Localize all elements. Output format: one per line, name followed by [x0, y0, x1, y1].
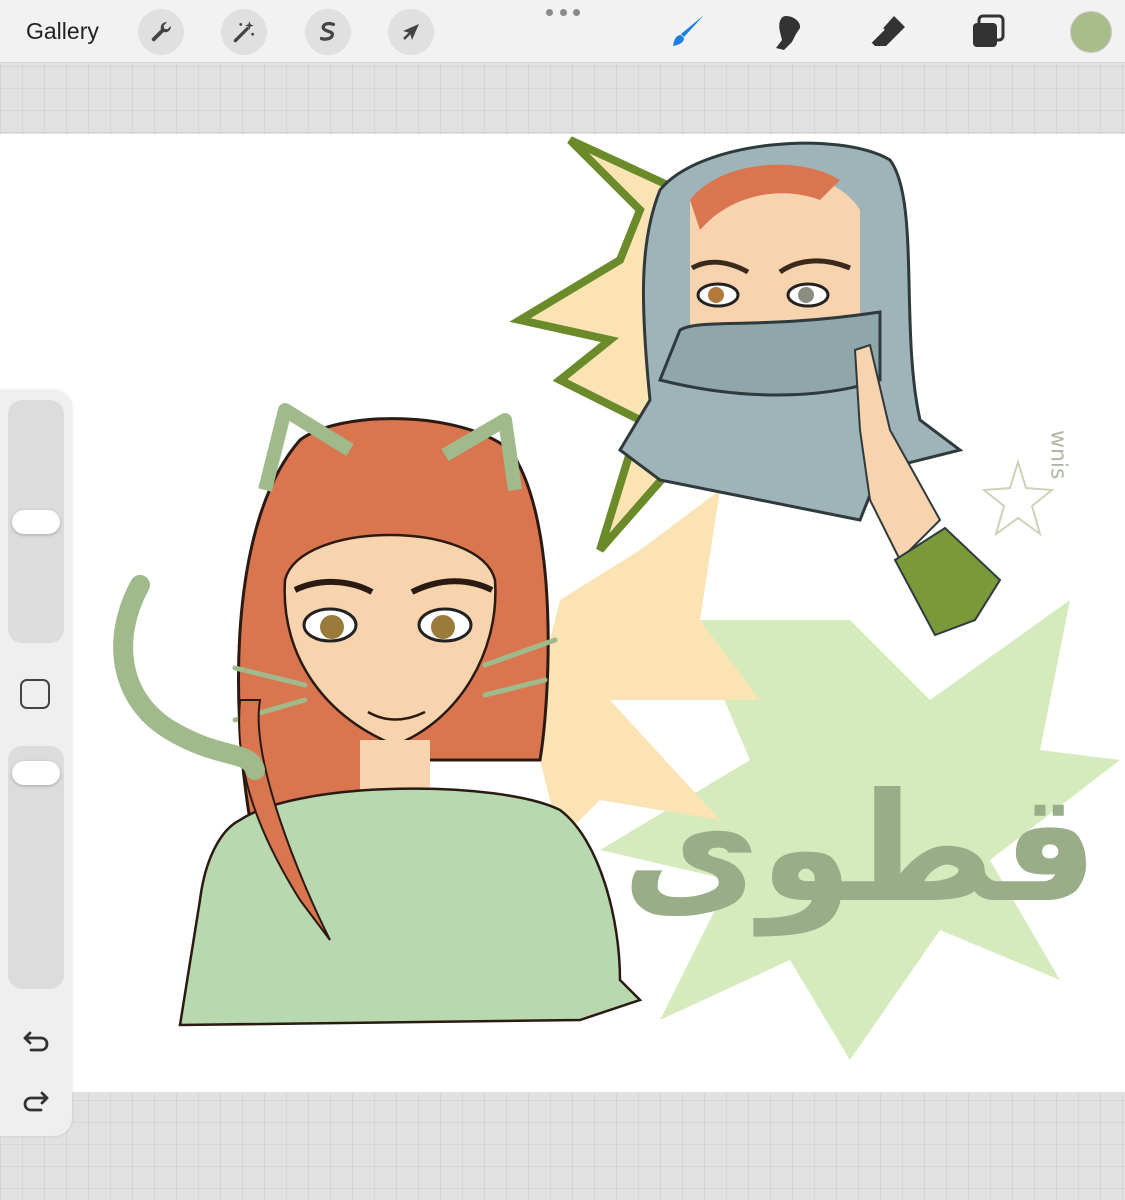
brush-size-thumb[interactable]: [12, 510, 60, 534]
gallery-button[interactable]: Gallery: [26, 16, 99, 46]
selection-button[interactable]: [305, 9, 351, 55]
artwork: wnis قطوى: [113, 136, 1120, 1060]
girl-shirt: [178, 787, 643, 1027]
undo-button[interactable]: [18, 1022, 54, 1058]
opacity-thumb[interactable]: [12, 761, 60, 785]
color-picker-swatch[interactable]: [1070, 11, 1112, 53]
brush-size-slider[interactable]: [8, 400, 64, 643]
square-modify-icon[interactable]: [20, 679, 50, 709]
arabic-lettering: قطوى: [622, 762, 1098, 937]
transform-button[interactable]: [388, 9, 434, 55]
smudge-tool-button[interactable]: [766, 10, 810, 54]
undo-icon: [23, 1031, 49, 1052]
left-sidebar: [0, 390, 72, 1136]
arrow-cursor-icon: [403, 24, 419, 40]
top-toolbar: Gallery: [0, 0, 1125, 63]
signature-star: [981, 458, 1055, 537]
brush-icon: [673, 15, 704, 46]
face-mask: [657, 310, 882, 397]
actions-button[interactable]: [138, 9, 184, 55]
drawing-canvas[interactable]: wnis قطوى: [0, 134, 1125, 1092]
layers-icon: [973, 14, 1005, 47]
signature-text: wnis: [1046, 430, 1071, 480]
smudge-icon: [776, 16, 801, 50]
brush-tool-button[interactable]: [666, 10, 710, 54]
opacity-slider[interactable]: [8, 746, 64, 989]
eraser-tool-button[interactable]: [866, 10, 910, 54]
eraser-icon: [870, 16, 905, 46]
adjustments-button[interactable]: [221, 9, 267, 55]
magic-wand-icon: [233, 21, 255, 43]
cat-tail: [113, 575, 265, 780]
redo-icon: [23, 1091, 49, 1112]
selection-s-icon: [319, 21, 336, 41]
redo-button[interactable]: [18, 1082, 54, 1118]
wrench-icon: [151, 22, 171, 42]
layers-button[interactable]: [966, 10, 1010, 54]
more-options-button[interactable]: [546, 6, 580, 18]
